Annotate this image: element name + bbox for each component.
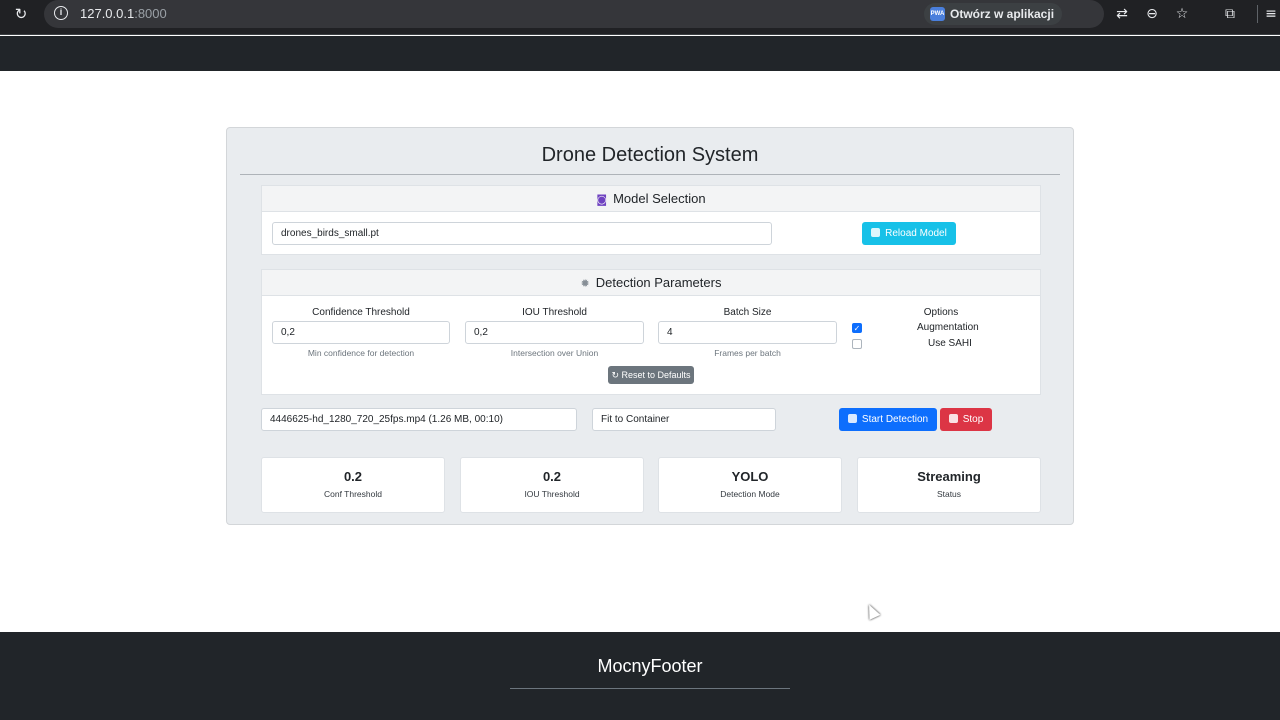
stat-card-status: Streaming Status: [857, 457, 1041, 513]
confidence-label: Confidence Threshold: [312, 307, 410, 318]
stat-label: IOU Threshold: [524, 489, 580, 499]
pwa-icon: PWA: [930, 7, 945, 21]
main-card: Drone Detection System ◙ Model Selection …: [226, 127, 1074, 525]
footer-divider: [510, 688, 790, 689]
robot-icon: ◙: [596, 193, 608, 206]
page-title: Drone Detection System: [541, 144, 759, 166]
reload-icon[interactable]: ↻: [12, 5, 30, 23]
reload-icon: [871, 228, 881, 237]
mouse-cursor: [863, 602, 881, 620]
url-host: 127.0.0.1: [80, 6, 135, 21]
batch-size-input[interactable]: 4: [658, 321, 837, 344]
toolbar-divider: [1257, 5, 1258, 23]
stat-value: YOLO: [731, 469, 769, 484]
model-selection-panel: ◙ Model Selection drones_birds_small.pt R…: [261, 185, 1041, 255]
footer: MocnyFooter: [0, 632, 1280, 720]
detection-parameters-header: ✹ Detection Parameters: [262, 270, 1040, 296]
navbar: [0, 36, 1280, 71]
url-text[interactable]: 127.0.0.1:8000: [80, 6, 167, 21]
use-sahi-label: Use SAHI: [928, 338, 972, 349]
iou-label: IOU Threshold: [522, 307, 587, 318]
model-selection-header: ◙ Model Selection: [262, 186, 1040, 212]
bookmark-star-icon[interactable]: ☆: [1172, 4, 1192, 24]
translate-icon[interactable]: ⇄: [1112, 4, 1132, 24]
augmentation-checkbox[interactable]: ✓: [852, 323, 862, 333]
reload-model-button[interactable]: Reload Model: [862, 222, 956, 245]
open-in-app-button[interactable]: PWA Otwórz w aplikacji: [924, 3, 1063, 25]
model-selection-title: Model Selection: [613, 191, 706, 206]
stat-card-conf: 0.2 Conf Threshold: [261, 457, 445, 513]
video-file-input[interactable]: 4446625-hd_1280_720_25fps.mp4 (1.26 MB, …: [261, 408, 577, 431]
browser-toolbar: ↻ i 127.0.0.1:8000 PWA Otwórz w aplikacj…: [0, 0, 1280, 35]
iou-input[interactable]: 0,2: [465, 321, 644, 344]
reset-defaults-button[interactable]: ↻ Reset to Defaults: [608, 366, 694, 384]
confidence-input[interactable]: 0,2: [272, 321, 450, 344]
stat-label: Detection Mode: [720, 489, 780, 499]
stop-icon: [948, 414, 958, 423]
reset-icon: ↻: [611, 370, 622, 380]
stat-value: 0.2: [542, 469, 562, 484]
stat-label: Status: [936, 489, 962, 499]
menu-icon[interactable]: ≡: [1264, 4, 1278, 24]
stop-button[interactable]: Stop: [940, 408, 992, 431]
stat-card-iou: 0.2 IOU Threshold: [460, 457, 644, 513]
stat-label: Conf Threshold: [324, 489, 382, 499]
options-label: Options: [923, 307, 959, 318]
batch-size-help: Frames per batch: [714, 348, 781, 358]
stop-label: Stop: [962, 414, 984, 425]
model-select[interactable]: drones_birds_small.pt: [272, 222, 772, 245]
reset-defaults-label: Reset to Defaults: [621, 370, 691, 380]
iou-help: Intersection over Union: [510, 348, 599, 358]
gear-icon: ✹: [580, 277, 590, 290]
start-detection-button[interactable]: Start Detection: [839, 408, 937, 431]
detection-parameters-panel: ✹ Detection Parameters Confidence Thresho…: [261, 269, 1041, 395]
display-mode-select[interactable]: Fit to Container: [592, 408, 776, 431]
zoom-icon[interactable]: ⊖: [1142, 4, 1162, 24]
extensions-icon[interactable]: ⧉: [1220, 4, 1240, 24]
title-divider: [240, 174, 1060, 175]
use-sahi-checkbox[interactable]: [852, 339, 862, 349]
batch-size-label: Batch Size: [723, 307, 772, 318]
start-detection-label: Start Detection: [861, 414, 929, 425]
footer-title: MocnyFooter: [597, 656, 703, 676]
stat-value: 0.2: [343, 469, 363, 484]
augmentation-label: Augmentation: [917, 322, 979, 333]
confidence-help: Min confidence for detection: [307, 348, 415, 358]
site-info-icon[interactable]: i: [54, 6, 68, 20]
detection-parameters-title: Detection Parameters: [595, 275, 722, 290]
stat-value: Streaming: [917, 469, 981, 484]
play-icon: [847, 414, 857, 423]
stat-card-mode: YOLO Detection Mode: [658, 457, 842, 513]
url-port: :8000: [134, 6, 167, 21]
reload-model-label: Reload Model: [885, 228, 947, 239]
open-in-app-label: Otwórz w aplikacji: [950, 7, 1055, 21]
